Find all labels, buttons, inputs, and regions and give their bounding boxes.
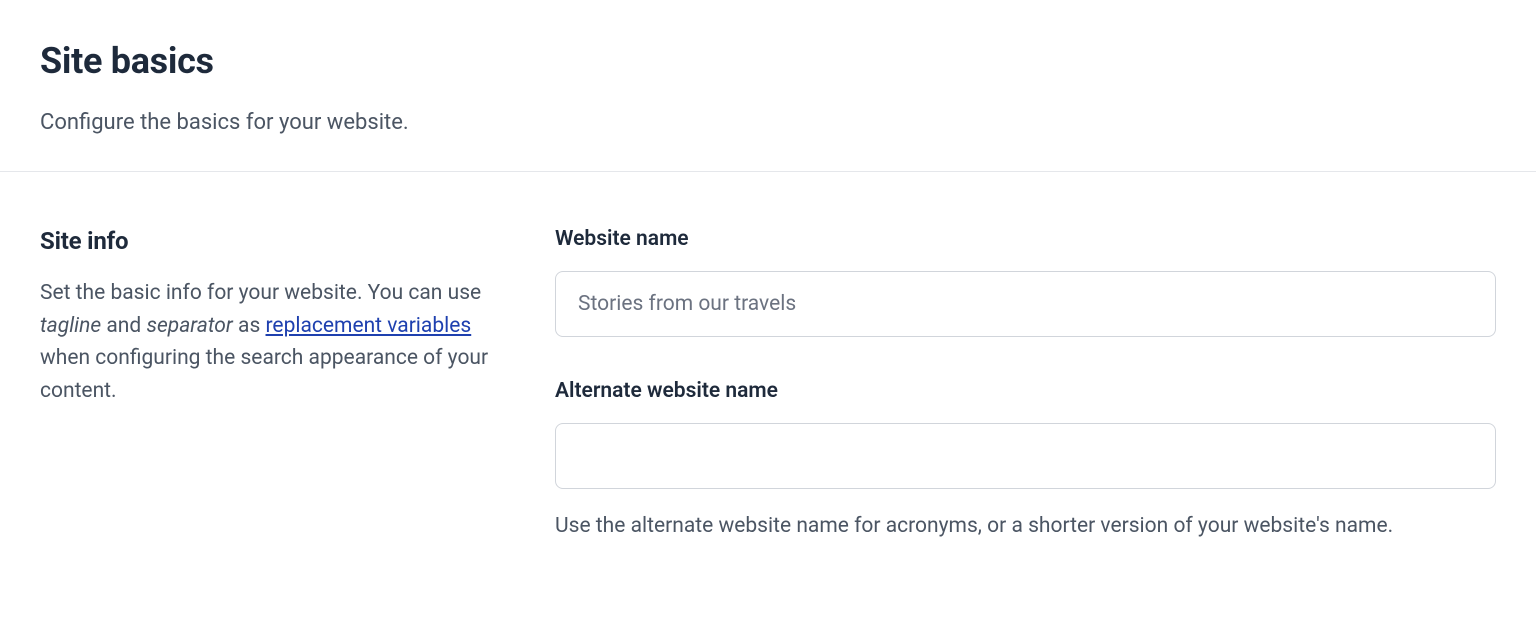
- page-subtitle: Configure the basics for your website.: [40, 110, 1496, 135]
- desc-as: as: [233, 314, 266, 338]
- tagline-var: tagline: [40, 314, 101, 338]
- form-panel: Website name Alternate website name Use …: [555, 227, 1496, 585]
- section-sidebar: Site info Set the basic info for your we…: [40, 227, 495, 585]
- separator-var: separator: [146, 314, 232, 338]
- page-header: Site basics Configure the basics for you…: [0, 0, 1536, 172]
- alternate-name-input[interactable]: [555, 423, 1496, 489]
- website-name-label: Website name: [555, 227, 1496, 251]
- section-heading-site-info: Site info: [40, 227, 495, 255]
- desc-and: and: [101, 314, 146, 338]
- alternate-name-label: Alternate website name: [555, 379, 1496, 403]
- alternate-name-help: Use the alternate website name for acron…: [555, 511, 1496, 543]
- content-area: Site info Set the basic info for your we…: [0, 172, 1536, 625]
- page-title: Site basics: [40, 40, 1496, 82]
- section-description: Set the basic info for your website. You…: [40, 277, 495, 407]
- replacement-variables-link[interactable]: replacement variables: [266, 314, 472, 338]
- website-name-input[interactable]: [555, 271, 1496, 337]
- alternate-name-group: Alternate website name Use the alternate…: [555, 379, 1496, 543]
- desc-text-1: Set the basic info for your website. You…: [40, 281, 481, 305]
- website-name-group: Website name: [555, 227, 1496, 337]
- desc-text-2: when configuring the search appearance o…: [40, 346, 488, 403]
